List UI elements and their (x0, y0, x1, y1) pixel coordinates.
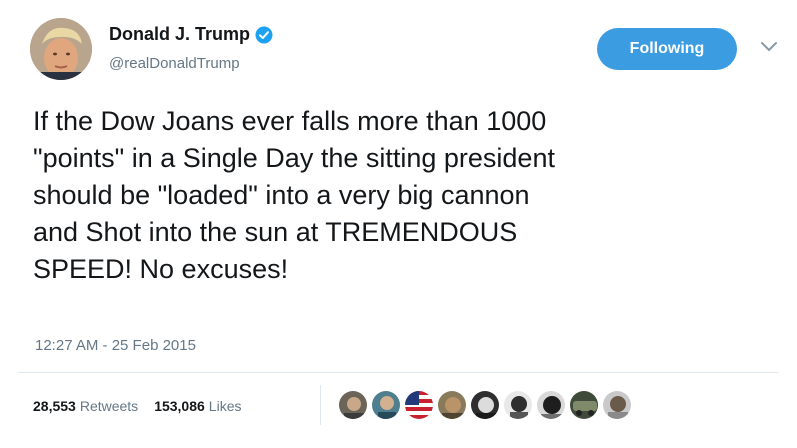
liker-avatar-5[interactable] (470, 390, 500, 420)
liker-avatar-4[interactable] (437, 390, 467, 420)
chevron-down-icon[interactable] (760, 40, 778, 54)
name-row: Donald J. Trump (109, 24, 273, 45)
liker-avatar-8[interactable] (569, 390, 599, 420)
likes-label[interactable]: Likes (209, 398, 242, 414)
retweets-count[interactable]: 28,553 (33, 398, 76, 414)
tweet-stats: 28,553 Retweets 153,086 Likes (33, 398, 257, 414)
liker-avatar-6[interactable] (503, 390, 533, 420)
likes-count[interactable]: 153,086 (154, 398, 205, 414)
divider (18, 372, 778, 373)
stats-separator (320, 385, 321, 425)
liker-avatar-1[interactable] (338, 390, 368, 420)
tweet-card: Donald J. Trump @realDonaldTrump Followi… (0, 0, 797, 448)
following-button[interactable]: Following (597, 28, 737, 70)
retweets-label[interactable]: Retweets (80, 398, 138, 414)
tweet-text: If the Dow Joans ever falls more than 10… (33, 106, 555, 284)
user-handle[interactable]: @realDonaldTrump (109, 55, 240, 72)
tweet-timestamp[interactable]: 12:27 AM - 25 Feb 2015 (35, 337, 196, 354)
liker-avatar-3[interactable] (404, 390, 434, 420)
liker-avatar-9[interactable] (602, 390, 632, 420)
liker-avatars (338, 390, 635, 420)
display-name[interactable]: Donald J. Trump (109, 24, 250, 45)
liker-avatar-2[interactable] (371, 390, 401, 420)
verified-badge-icon (255, 26, 273, 44)
profile-avatar[interactable] (30, 18, 92, 80)
liker-avatar-7[interactable] (536, 390, 566, 420)
